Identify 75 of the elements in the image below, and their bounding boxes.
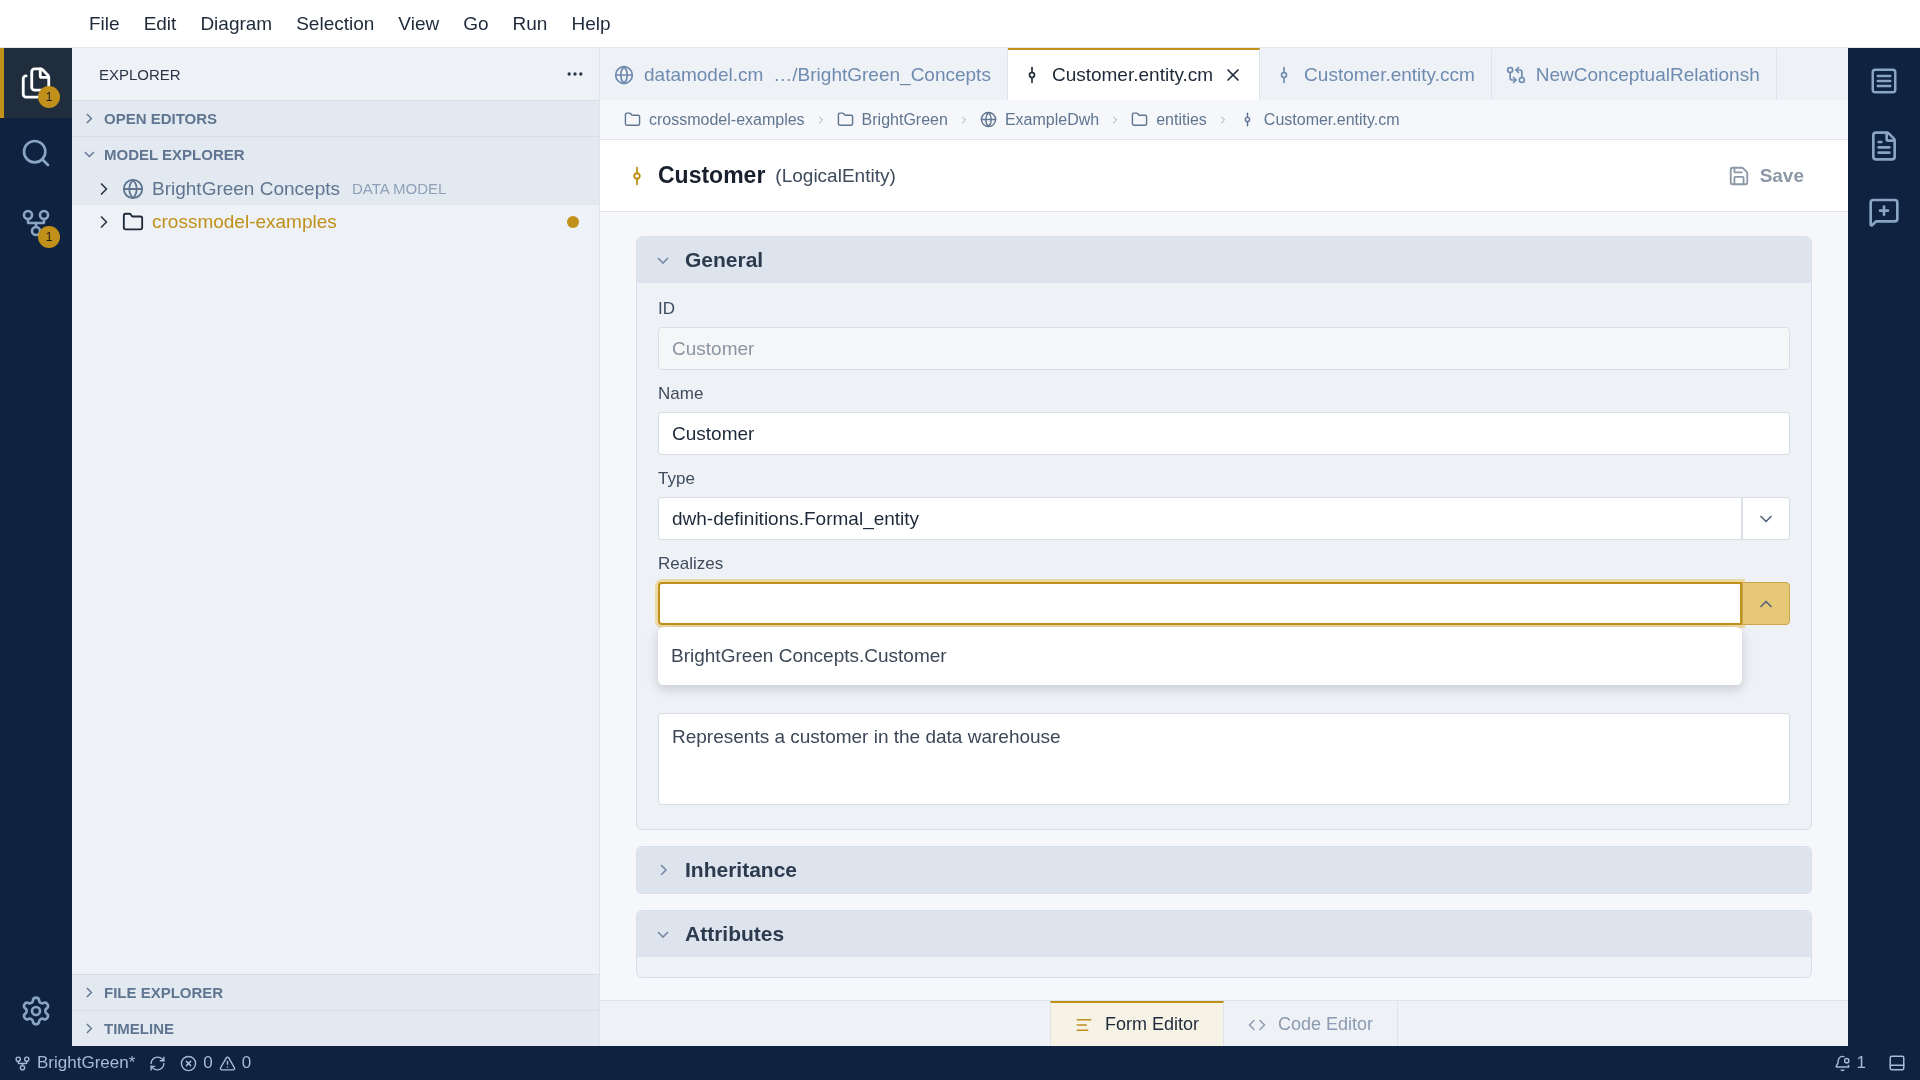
modified-dot (567, 215, 579, 228)
notifications-status[interactable]: 1 (1833, 1053, 1866, 1073)
tree-item-detail: DATA MODEL (352, 180, 447, 197)
problems-status[interactable]: 0 0 (180, 1053, 252, 1073)
menu-item[interactable]: Diagram (189, 8, 284, 39)
folder-icon (122, 210, 144, 233)
chevron-down-icon (657, 256, 669, 264)
chevron-down-icon (657, 930, 669, 938)
text-field[interactable]: Customer (658, 412, 1790, 455)
folder-icon (1131, 111, 1149, 128)
save-icon (1727, 164, 1750, 187)
panel-icon[interactable] (1888, 1054, 1906, 1072)
section-header[interactable]: Attributes (637, 911, 1811, 957)
menu-item[interactable]: Run (501, 8, 559, 39)
field-label: Name (658, 384, 705, 404)
outline-icon[interactable] (1869, 66, 1899, 96)
chevron-right-icon (659, 864, 667, 876)
section-header[interactable]: FILE EXPLORER (72, 974, 599, 1010)
tree-item[interactable]: BrightGreen Concepts DATA MODEL (72, 172, 599, 205)
tree-item-label: crossmodel-examples (152, 210, 337, 233)
files-icon (19, 66, 53, 100)
chevron-right-icon (85, 987, 93, 998)
count-badge: 1 (38, 86, 60, 108)
dropdown-option[interactable]: BrightGreen Concepts.Customer (658, 631, 1742, 681)
branch-icon (14, 1054, 31, 1072)
select-field[interactable]: dwh-definitions.Formal_entity (658, 497, 1742, 540)
activity-bar-item[interactable]: 1 (0, 188, 72, 258)
warning-icon (218, 1054, 236, 1072)
menu-item[interactable]: Selection (285, 8, 386, 39)
folder-icon (624, 111, 641, 128)
field-label: Type (658, 469, 696, 489)
section-header[interactable]: Inheritance (637, 847, 1811, 893)
entity-title: Customer (658, 162, 766, 189)
chevron-down-icon (83, 151, 95, 158)
menu-item[interactable]: Edit (132, 8, 188, 39)
breadcrumb[interactable]: entities (1131, 110, 1207, 129)
settings-icon (20, 995, 52, 1027)
chevron-right-icon (85, 113, 93, 124)
select-field[interactable] (658, 582, 1742, 625)
branch-icon (20, 207, 52, 239)
breadcrumb[interactable]: crossmodel-examples (624, 110, 805, 129)
section-header[interactable]: MODEL EXPLORER (72, 136, 599, 172)
globe-icon (122, 177, 144, 200)
branch-status[interactable]: BrightGreen* (14, 1053, 136, 1073)
sidebar-title: EXPLORER (99, 65, 181, 83)
count-badge: 1 (38, 226, 60, 248)
field-label: ID (658, 299, 676, 319)
bell-icon (1833, 1054, 1851, 1072)
menu-item[interactable]: Go (452, 8, 500, 39)
breadcrumb[interactable]: Customer.entity.cm (1238, 110, 1400, 129)
editor-mode-tab[interactable]: Form Editor (1049, 1001, 1224, 1046)
section-header[interactable]: TIMELINE (72, 1010, 599, 1046)
dropdown-toggle[interactable] (1742, 582, 1790, 625)
breadcrumb[interactable]: BrightGreen (836, 110, 948, 129)
activity-bar-item[interactable]: 1 (0, 48, 72, 118)
menu-item[interactable]: File (78, 8, 131, 39)
globe-icon (979, 111, 997, 128)
menu-item[interactable]: View (387, 8, 451, 39)
field-label: Realizes (658, 554, 725, 574)
menu-item[interactable]: Help (560, 8, 622, 39)
sync-icon[interactable] (149, 1054, 167, 1072)
folder-icon (836, 111, 854, 128)
entity-type: (LogicalEntity) (775, 164, 896, 187)
tree-item-label: BrightGreen Concepts (152, 177, 340, 200)
editor-tab[interactable]: Customer.entity.cm (1007, 48, 1261, 100)
chat-icon[interactable] (1868, 196, 1900, 228)
breadcrumb[interactable]: ExampleDwh (979, 110, 1100, 129)
description-field[interactable]: Represents a customer in the data warehouse (658, 713, 1790, 805)
section-header[interactable]: General (637, 237, 1811, 283)
error-icon (180, 1054, 198, 1072)
globe-icon (614, 65, 634, 85)
section-header[interactable]: OPEN EDITORS (72, 100, 599, 136)
chevron-right-icon (85, 1023, 93, 1034)
search-icon (20, 137, 52, 169)
relationship-icon (1505, 65, 1526, 85)
